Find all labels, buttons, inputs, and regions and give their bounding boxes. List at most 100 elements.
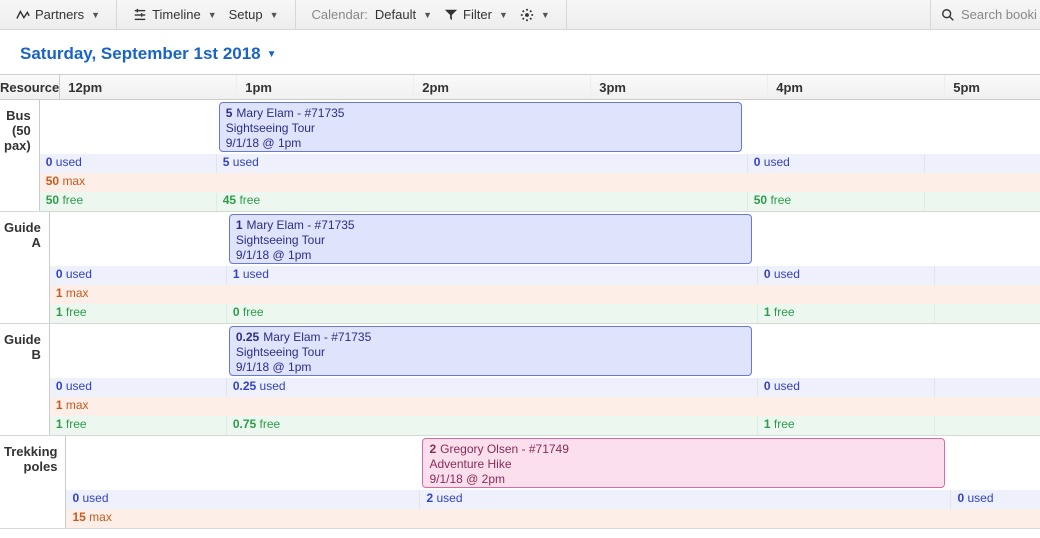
filter-icon: [444, 8, 458, 22]
stat-value: 15: [72, 510, 85, 524]
resource-cells: 0.25Mary Elam - #71735 Sightseeing Tour …: [50, 324, 1040, 435]
booking-event[interactable]: 2Gregory Olsen - #71749 Adventure Hike 9…: [422, 438, 945, 488]
event-when: 9/1/18 @ 1pm: [236, 248, 745, 263]
stat-value: 1: [56, 305, 63, 319]
setup-menu[interactable]: Setup ▼: [223, 0, 285, 29]
stat-unit: used: [437, 491, 463, 505]
stat-value: 1: [233, 267, 240, 281]
stat-value: 0: [233, 305, 240, 319]
stat-unit: used: [968, 491, 994, 505]
resource-cells: 1Mary Elam - #71735 Sightseeing Tour 9/1…: [50, 212, 1040, 323]
stat-value: 1: [56, 286, 63, 300]
stat-unit: used: [774, 379, 800, 393]
event-when: 9/1/18 @ 1pm: [236, 360, 745, 375]
stat-value: 1: [764, 417, 771, 431]
date-title-text: Saturday, September 1st 2018: [20, 44, 261, 64]
stat-cell: [925, 154, 1040, 173]
timeline-grid: Resource 12pm1pm2pm3pm4pm5pm Bus (50 pax…: [0, 74, 1040, 529]
toolbar-spacer: [567, 0, 930, 29]
stat-cell: 0 used: [66, 490, 420, 509]
calendar-selector[interactable]: Calendar: Default ▼: [306, 0, 439, 29]
resource-row: Guide A 1Mary Elam - #71735 Sightseeing …: [0, 212, 1040, 324]
stat-row: 0 used1 used0 used: [50, 266, 1040, 285]
stats-area: 0 used1 used0 used 1 max1 free0 free1 fr…: [50, 266, 1040, 323]
event-person: Mary Elam: [247, 218, 304, 232]
event-area: 0.25Mary Elam - #71735 Sightseeing Tour …: [50, 324, 1040, 378]
booking-event[interactable]: 1Mary Elam - #71735 Sightseeing Tour 9/1…: [229, 214, 752, 264]
resource-name: Guide A: [0, 212, 50, 323]
stat-value: 0.75: [233, 417, 256, 431]
stat-unit: free: [62, 193, 83, 207]
stat-unit: used: [66, 379, 92, 393]
event-area: 5Mary Elam - #71735 Sightseeing Tour 9/1…: [40, 100, 1040, 154]
stat-unit: used: [56, 155, 82, 169]
stat-row: 0 used5 used0 used: [40, 154, 1040, 173]
partners-menu[interactable]: Partners ▼: [10, 0, 106, 29]
date-picker[interactable]: Saturday, September 1st 2018 ▼: [20, 44, 1040, 64]
stat-cell: 15 max: [66, 509, 1040, 528]
stat-value: 1: [56, 417, 63, 431]
stat-unit: free: [770, 193, 791, 207]
stat-unit: free: [66, 305, 87, 319]
stat-cell: 0.75 free: [227, 416, 758, 435]
stat-value: 1: [764, 305, 771, 319]
stat-value: 1: [56, 398, 63, 412]
stat-cell: 50 max: [40, 173, 1040, 192]
stat-unit: max: [62, 174, 85, 188]
resource-name: Bus (50 pax): [0, 100, 40, 211]
stat-row: 0 used0.25 used0 used: [50, 378, 1040, 397]
timeline-menu[interactable]: Timeline ▼: [127, 0, 223, 29]
stat-cell: 1 max: [50, 397, 1040, 416]
stat-cell: 1 used: [227, 266, 758, 285]
booking-event[interactable]: 5Mary Elam - #71735 Sightseeing Tour 9/1…: [219, 102, 742, 152]
stat-unit: used: [774, 267, 800, 281]
stat-cell: 45 free: [217, 192, 748, 211]
stat-value: 0: [764, 379, 771, 393]
caret-down-icon: ▼: [91, 10, 100, 20]
hour-column-header: 5pm: [945, 75, 1040, 99]
stat-value: 5: [223, 155, 230, 169]
resource-name: Trekking poles: [0, 436, 66, 528]
search-placeholder: Search booki: [961, 7, 1037, 22]
event-area: 2Gregory Olsen - #71749 Adventure Hike 9…: [66, 436, 1040, 490]
caret-down-icon: ▼: [423, 10, 432, 20]
stat-row: 1 max: [50, 397, 1040, 416]
stat-cell: 0 used: [758, 378, 935, 397]
stat-unit: used: [243, 267, 269, 281]
stat-cell: 0.25 used: [227, 378, 758, 397]
stat-cell: 0 used: [951, 490, 1040, 509]
settings-menu[interactable]: ▼: [514, 0, 556, 29]
partners-label: Partners: [35, 7, 84, 22]
toolbar-group-left: Partners ▼: [0, 0, 117, 29]
event-area: 1Mary Elam - #71735 Sightseeing Tour 9/1…: [50, 212, 1040, 266]
stat-value: 0.25: [233, 379, 256, 393]
stat-row: 1 free0 free1 free: [50, 304, 1040, 323]
resource-row: Guide B 0.25Mary Elam - #71735 Sightseei…: [0, 324, 1040, 436]
event-person: Mary Elam: [236, 106, 293, 120]
hour-column-header: 4pm: [768, 75, 945, 99]
event-id: #71735: [304, 106, 344, 120]
stat-cell: [935, 378, 1040, 397]
stat-cell: 1 free: [50, 304, 227, 323]
partners-icon: [16, 8, 30, 22]
stat-row: 0 used2 used0 used: [66, 490, 1040, 509]
hour-column-header: 1pm: [237, 75, 414, 99]
stat-cell: [935, 416, 1040, 435]
stat-unit: used: [260, 379, 286, 393]
stat-cell: 1 free: [758, 416, 935, 435]
search-input[interactable]: Search booki: [930, 0, 1040, 29]
stat-cell: 2 used: [420, 490, 951, 509]
stat-cell: [935, 304, 1040, 323]
stat-cell: 1 free: [758, 304, 935, 323]
hour-column-header: 2pm: [414, 75, 591, 99]
stat-cell: 50 free: [748, 192, 925, 211]
caret-down-icon: ▼: [541, 10, 550, 20]
event-person: Gregory Olsen: [440, 442, 518, 456]
stat-cell: 5 used: [217, 154, 748, 173]
caret-down-icon: ▼: [270, 10, 279, 20]
event-title: Adventure Hike: [429, 457, 938, 472]
filter-menu[interactable]: Filter ▼: [438, 0, 514, 29]
booking-event[interactable]: 0.25Mary Elam - #71735 Sightseeing Tour …: [229, 326, 752, 376]
event-quantity: 1: [236, 218, 243, 232]
stat-unit: used: [83, 491, 109, 505]
